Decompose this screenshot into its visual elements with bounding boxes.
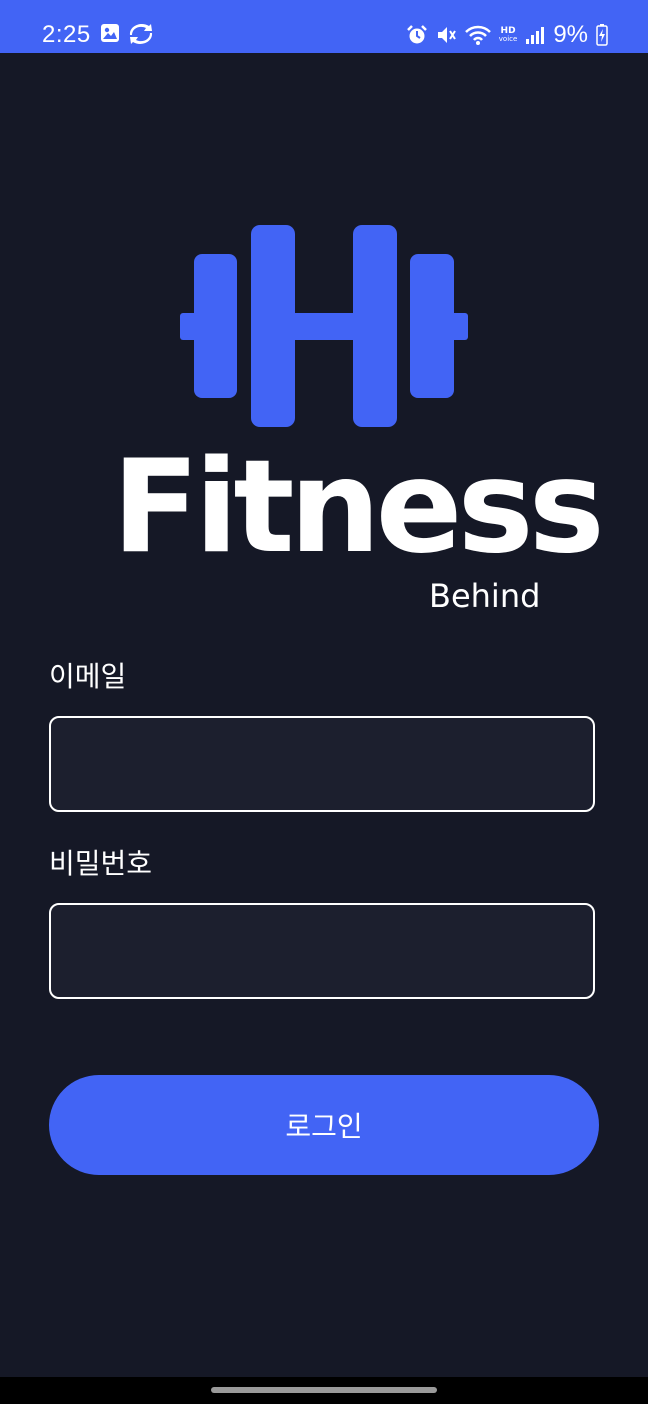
login-button[interactable]: 로그인	[49, 1075, 599, 1175]
alarm-icon	[406, 25, 427, 44]
hd-voice-bottom: voice	[498, 35, 518, 43]
wifi-icon	[464, 25, 491, 45]
password-field[interactable]	[49, 903, 595, 999]
brand-subtitle: Behind	[429, 577, 541, 615]
status-system-icons: HD voice 9%	[406, 20, 608, 50]
gallery-icon	[101, 24, 119, 42]
email-field[interactable]	[49, 716, 595, 812]
status-notification-icons	[100, 23, 154, 45]
status-bar: 2:25 HD voice 9%	[0, 0, 648, 53]
dumbbell-icon	[180, 225, 468, 427]
home-indicator[interactable]	[211, 1387, 437, 1393]
sync-icon	[129, 24, 153, 44]
battery-level: 9%	[553, 21, 588, 48]
email-label: 이메일	[49, 660, 127, 693]
status-time: 2:25	[42, 21, 91, 48]
navigation-bar	[0, 1377, 648, 1404]
password-label: 비밀번호	[49, 847, 153, 880]
hd-voice-icon: HD voice	[498, 26, 518, 44]
battery-charging-icon	[596, 24, 608, 46]
hd-voice-top: HD	[500, 26, 516, 36]
brand-name: Fitness	[112, 433, 605, 582]
signal-icon	[526, 27, 545, 44]
mute-icon	[437, 27, 456, 43]
